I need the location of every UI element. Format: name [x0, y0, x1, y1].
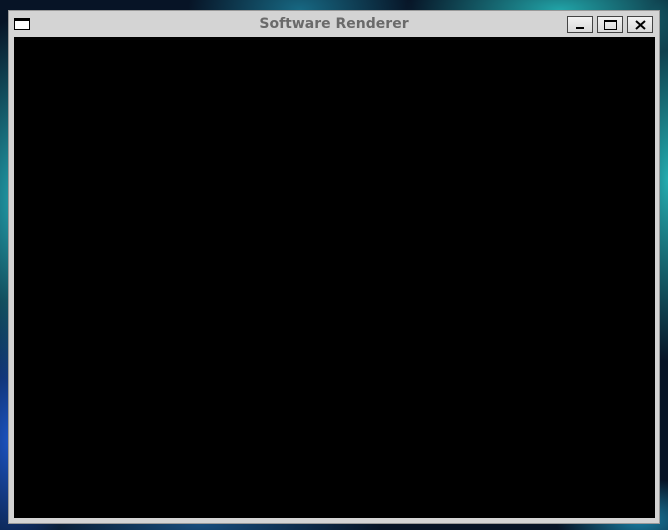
- minimize-icon: [576, 27, 584, 29]
- close-button[interactable]: [627, 16, 653, 33]
- maximize-button[interactable]: [597, 16, 623, 33]
- render-canvas[interactable]: [14, 37, 655, 518]
- title-bar[interactable]: Software Renderer: [9, 11, 659, 37]
- minimize-button[interactable]: [567, 16, 593, 33]
- close-icon: [635, 20, 646, 30]
- app-window: Software Renderer: [8, 10, 660, 524]
- window-title: Software Renderer: [259, 16, 409, 32]
- maximize-icon: [604, 20, 617, 30]
